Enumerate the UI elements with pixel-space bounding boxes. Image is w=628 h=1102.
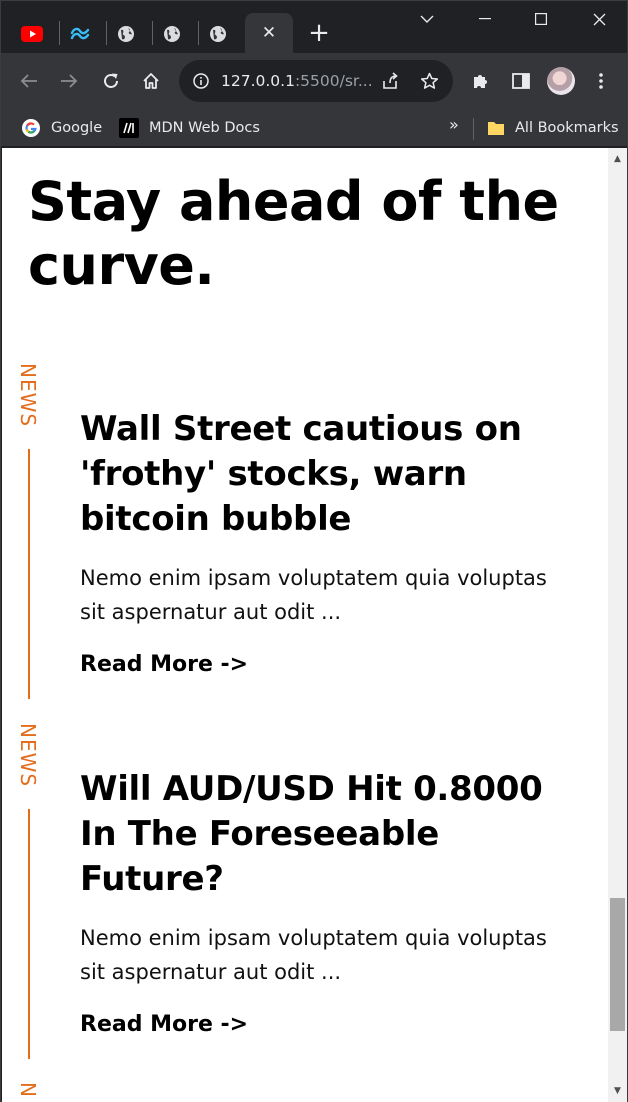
minimize-icon (479, 18, 491, 20)
extensions-button[interactable] (467, 67, 495, 95)
side-panel-button[interactable] (507, 67, 535, 95)
tab-globe-3[interactable] (195, 14, 241, 53)
page-title: Stay ahead of the curve. (28, 170, 559, 297)
reload-icon (104, 73, 118, 88)
arrow-right-icon (61, 74, 78, 88)
article-excerpt: Nemo enim ipsam voluptatem quia voluptas… (80, 926, 547, 984)
tab-active[interactable]: ✕ (245, 13, 293, 53)
folder-icon (488, 122, 504, 135)
close-tab-icon[interactable]: ✕ (262, 23, 276, 43)
minimize-button[interactable] (457, 1, 513, 37)
bookmark-label: MDN Web Docs (149, 120, 260, 136)
browser-window: ✕ + 127.0.0.1:5500/sr... Google MDN Web … (0, 0, 628, 1102)
youtube-icon (21, 25, 43, 42)
tab-search-button[interactable] (399, 1, 455, 37)
article-headline[interactable]: Will AUD/USD Hit 0.8000 In The Foreseeab… (80, 767, 550, 902)
reload-button[interactable] (97, 67, 125, 95)
globe-icon (118, 25, 134, 42)
profile-avatar[interactable] (547, 67, 575, 95)
url-host: 127.0.0.1 (221, 72, 295, 90)
article-excerpt: Nemo enim ipsam voluptatem quia voluptas… (80, 566, 547, 624)
read-more-link[interactable]: Read More -> (80, 1012, 248, 1037)
scroll-down-arrow[interactable]: ▼ (608, 1082, 627, 1100)
page-viewport: Stay ahead of the curve. NEWS Wall Stree… (2, 148, 608, 1102)
close-window-button[interactable] (571, 1, 627, 37)
category-tag: NEWS (16, 363, 40, 428)
tab-strip: ✕ + (1, 1, 627, 53)
menu-button[interactable] (587, 67, 615, 95)
bookmarks-bar: Google MDN Web Docs » All Bookmarks (1, 109, 627, 147)
scroll-up-arrow[interactable]: ▲ (608, 150, 627, 168)
url-path: :5500/sr... (294, 72, 373, 90)
globe-icon (164, 25, 180, 42)
google-icon (22, 119, 40, 137)
bookmark-star-icon[interactable] (420, 72, 439, 90)
category-tag: N (16, 1082, 40, 1098)
share-icon[interactable] (381, 72, 399, 90)
tab-globe-1[interactable] (103, 14, 149, 53)
bookmark-label: Google (51, 120, 103, 136)
maximize-button[interactable] (513, 1, 569, 37)
tag-divider (28, 809, 30, 1059)
side-panel-icon (512, 73, 530, 89)
new-tab-button[interactable]: + (305, 19, 333, 47)
tag-divider (28, 449, 30, 699)
all-bookmarks-button[interactable]: All Bookmarks (487, 116, 619, 140)
read-more-link[interactable]: Read More -> (80, 652, 248, 677)
chevron-down-icon (420, 15, 434, 23)
tailwind-icon (70, 27, 90, 39)
tab-tailwind[interactable] (57, 14, 103, 53)
mdn-icon (119, 118, 139, 138)
address-bar[interactable]: 127.0.0.1:5500/sr... (179, 60, 453, 102)
url-text: 127.0.0.1:5500/sr... (221, 72, 373, 90)
info-icon[interactable] (193, 73, 209, 89)
bookmarks-overflow-button[interactable]: » (449, 115, 459, 134)
puzzle-icon (474, 75, 487, 88)
category-tag: NEWS (16, 723, 40, 788)
kebab-menu-icon (599, 73, 603, 89)
maximize-icon (535, 13, 547, 25)
article-headline[interactable]: Wall Street cautious on 'frothy' stocks,… (80, 407, 550, 542)
bookmark-mdn[interactable]: MDN Web Docs (119, 116, 260, 140)
back-button[interactable] (15, 67, 43, 95)
page-scrollbar[interactable]: ▲ ▼ (608, 148, 627, 1102)
scrollbar-thumb[interactable] (610, 898, 625, 1031)
tab-youtube[interactable] (9, 14, 55, 53)
home-icon (143, 73, 159, 89)
bookmark-google[interactable]: Google (21, 116, 102, 140)
globe-icon (210, 25, 226, 42)
close-icon (593, 13, 605, 25)
home-button[interactable] (137, 67, 165, 95)
all-bookmarks-label: All Bookmarks (515, 120, 619, 136)
forward-button[interactable] (55, 67, 83, 95)
tab-globe-2[interactable] (149, 14, 195, 53)
arrow-left-icon (20, 74, 37, 88)
browser-toolbar: 127.0.0.1:5500/sr... (1, 53, 627, 109)
